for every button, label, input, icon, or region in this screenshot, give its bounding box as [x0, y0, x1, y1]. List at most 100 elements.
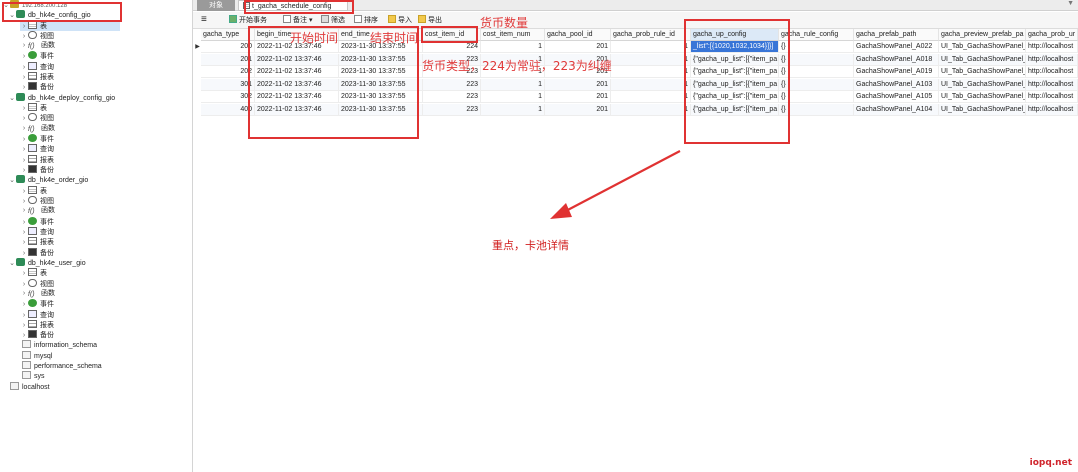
table-cell-cost-item-num[interactable]: 1	[481, 78, 545, 91]
export-button[interactable]: 导出	[418, 15, 442, 26]
table-cell-gacha-prefab-path[interactable]: GachaShowPanel_A018	[854, 53, 939, 66]
table-cell-gacha-prefab-path[interactable]: GachaShowPanel_A019	[854, 66, 939, 79]
tree-item[interactable]: › 视图	[20, 278, 54, 289]
table-cell-cost-item-num[interactable]: 1	[481, 104, 545, 116]
tree-item[interactable]: › 表	[20, 268, 47, 278]
tree-item[interactable]: › 事件	[20, 216, 54, 227]
tree-item[interactable]: › 视图	[20, 30, 54, 41]
table-cell-gacha-prob-rule-id[interactable]: 1	[611, 104, 691, 116]
table-cell-gacha-type[interactable]: 400	[201, 104, 255, 116]
tree-item[interactable]: › 查询	[20, 226, 54, 237]
table-cell-gacha-pool-id[interactable]: 201	[545, 104, 611, 116]
tree-item[interactable]: › 报表	[20, 237, 54, 247]
table-cell-gacha-prob-url[interactable]: http://localhost	[1026, 78, 1078, 91]
column-header-gacha-prefab-path[interactable]: gacha_prefab_path	[854, 29, 939, 41]
tree-item[interactable]: › 查询	[20, 144, 54, 154]
table-cell-gacha-prob-rule-id[interactable]: 1	[611, 91, 691, 104]
tree-item[interactable]: › f() 函数	[20, 289, 55, 299]
tree-item[interactable]: › 表	[20, 185, 47, 196]
table-cell-gacha-prefab-path[interactable]: GachaShowPanel_A105	[854, 91, 939, 104]
sort-button[interactable]: 排序	[354, 15, 378, 26]
table-cell-gacha-type[interactable]: 201	[201, 53, 255, 66]
tree-item[interactable]: › 报表	[20, 319, 54, 330]
chevron-down-icon[interactable]: ⌄	[8, 259, 16, 269]
table-cell-gacha-prob-rule-id[interactable]: 1	[611, 41, 691, 53]
tree-schema[interactable]: mysql	[22, 350, 52, 361]
chevron-right-icon[interactable]: ›	[20, 289, 28, 299]
column-header-gacha-prob-rule-id[interactable]: gacha_prob_rule_id	[611, 29, 691, 41]
table-cell-cost-item-num[interactable]: 1	[481, 41, 545, 53]
tree-schema[interactable]: performance_schema	[22, 361, 102, 371]
table-cell-gacha-rule-config[interactable]: {}	[779, 41, 854, 53]
table-cell-gacha-rule-config[interactable]: {}	[779, 78, 854, 91]
table-cell-cost-item-num[interactable]: 1	[481, 91, 545, 104]
tree-item[interactable]: › 表	[20, 103, 47, 113]
tree-item[interactable]: › 备份	[20, 164, 54, 175]
table-cell-gacha-prob-url[interactable]: http://localhost	[1026, 91, 1078, 104]
tree-database[interactable]: ⌄ db_hk4e_order_gio	[8, 175, 88, 185]
begin-transaction-button[interactable]: 开始事务	[229, 15, 267, 26]
menu-icon[interactable]: ≡	[201, 14, 207, 25]
tree-item[interactable]: › 表	[20, 20, 120, 31]
tree-item[interactable]: › 备份	[20, 330, 54, 340]
column-header-gacha-rule-config[interactable]: gacha_rule_config	[779, 29, 854, 41]
chevron-right-icon[interactable]: ›	[20, 124, 28, 134]
table-cell-gacha-prob-rule-id[interactable]: 1	[611, 66, 691, 79]
table-cell-gacha-rule-config[interactable]: {}	[779, 104, 854, 116]
table-cell-gacha-prob-url[interactable]: http://localhost	[1026, 104, 1078, 116]
table-cell-cost-item-id[interactable]: 223	[423, 91, 481, 104]
tree-item[interactable]: › 事件	[20, 134, 54, 144]
chevron-right-icon[interactable]: ›	[20, 41, 28, 51]
tree-item[interactable]: › f() 函数	[20, 206, 55, 216]
table-cell-gacha-type[interactable]: 301	[201, 78, 255, 91]
table-cell-gacha-prob-rule-id[interactable]: 1	[611, 53, 691, 66]
tab-objects[interactable]: 对象	[197, 0, 235, 11]
tree-item[interactable]: › f() 函数	[20, 124, 55, 134]
table-cell-gacha-type[interactable]: 200	[201, 41, 255, 53]
table-cell-gacha-pool-id[interactable]: 201	[545, 41, 611, 53]
table-cell-gacha-prob-url[interactable]: http://localhost	[1026, 66, 1078, 79]
tree-item[interactable]: › 报表	[20, 154, 54, 165]
note-button[interactable]: 备注 ▾	[283, 15, 312, 26]
filter-button[interactable]: 筛选	[321, 15, 345, 26]
table-cell-gacha-preview-prefab-path[interactable]: UI_Tab_GachaShowPanel_	[939, 91, 1026, 104]
column-header-gacha-pool-id[interactable]: gacha_pool_id	[545, 29, 611, 41]
table-cell-cost-item-id[interactable]: 223	[423, 104, 481, 116]
table-cell-gacha-preview-prefab-path[interactable]: UI_Tab_GachaShowPanel_	[939, 53, 1026, 66]
tab-scroll-icon[interactable]: ▼	[1067, 0, 1074, 7]
tree-item[interactable]: › 查询	[20, 309, 54, 320]
table-cell-gacha-rule-config[interactable]: {}	[779, 91, 854, 104]
table-cell-gacha-prob-rule-id[interactable]: 1	[611, 78, 691, 91]
table-cell-gacha-type[interactable]: 302	[201, 91, 255, 104]
table-cell-gacha-pool-id[interactable]: 201	[545, 91, 611, 104]
import-button[interactable]: 导入	[388, 15, 412, 26]
tree-item[interactable]: › 事件	[20, 299, 54, 309]
table-cell-gacha-prob-url[interactable]: http://localhost	[1026, 53, 1078, 66]
table-cell-gacha-prefab-path[interactable]: GachaShowPanel_A103	[854, 78, 939, 91]
tree-schema[interactable]: sys	[22, 371, 45, 381]
tree-item[interactable]: › 视图	[20, 113, 54, 123]
chevron-right-icon[interactable]: ›	[20, 206, 28, 216]
table-cell-gacha-preview-prefab-path[interactable]: UI_Tab_GachaShowPanel_	[939, 66, 1026, 79]
table-cell-gacha-rule-config[interactable]: {}	[779, 66, 854, 79]
table-cell-cost-item-id[interactable]: 223	[423, 78, 481, 91]
tree-connection-localhost[interactable]: localhost	[10, 381, 50, 392]
chevron-down-icon[interactable]: ⌄	[8, 94, 16, 104]
column-header-gacha-type[interactable]: gacha_type	[201, 29, 255, 41]
table-cell-gacha-prob-url[interactable]: http://localhost	[1026, 41, 1078, 53]
tree-item[interactable]: › 事件	[20, 51, 54, 61]
column-header-gacha-prob-ur[interactable]: gacha_prob_ur	[1026, 29, 1078, 41]
table-cell-gacha-prefab-path[interactable]: GachaShowPanel_A022	[854, 41, 939, 53]
table-cell-gacha-rule-config[interactable]: {}	[779, 53, 854, 66]
table-cell-gacha-pool-id[interactable]: 201	[545, 78, 611, 91]
tree-item[interactable]: › 备份	[20, 247, 54, 258]
chevron-down-icon[interactable]: ⌄	[8, 176, 16, 186]
table-cell-gacha-preview-prefab-path[interactable]: UI_Tab_GachaShowPanel_	[939, 41, 1026, 53]
tree-schema[interactable]: information_schema	[22, 340, 97, 350]
tree-item[interactable]: › 报表	[20, 72, 54, 82]
tree-item[interactable]: › 备份	[20, 82, 54, 92]
table-cell-gacha-preview-prefab-path[interactable]: UI_Tab_GachaShowPanel_	[939, 78, 1026, 91]
table-cell-gacha-prefab-path[interactable]: GachaShowPanel_A104	[854, 104, 939, 116]
tree-database[interactable]: ⌄ db_hk4e_user_gio	[8, 257, 86, 269]
table-cell-gacha-preview-prefab-path[interactable]: UI_Tab_GachaShowPanel_	[939, 104, 1026, 116]
